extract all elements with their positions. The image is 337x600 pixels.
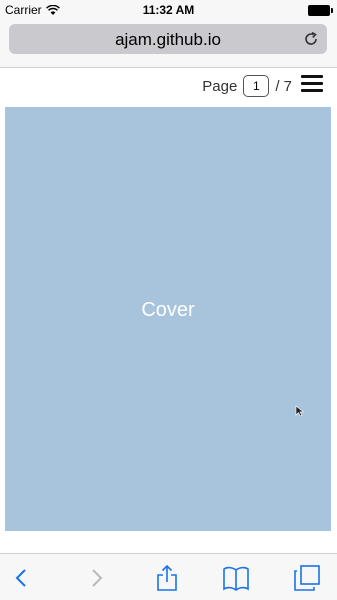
- app-screen: Carrier 11:32 AM ajam.github.io Page / 7: [0, 0, 337, 600]
- page-navigation: Page / 7: [202, 75, 292, 97]
- browser-toolbar: [0, 553, 337, 600]
- hamburger-icon-bar: [301, 89, 323, 92]
- reload-icon[interactable]: [303, 31, 319, 47]
- share-icon[interactable]: [153, 564, 181, 592]
- menu-button[interactable]: [301, 74, 323, 94]
- page-label: Page: [202, 77, 238, 95]
- battery-icon: [308, 5, 333, 16]
- status-bar: Carrier 11:32 AM: [0, 0, 337, 20]
- back-icon[interactable]: [8, 564, 36, 592]
- url-text[interactable]: ajam.github.io: [9, 30, 327, 50]
- forward-icon[interactable]: [82, 564, 110, 592]
- mouse-cursor-icon: [295, 405, 305, 417]
- hamburger-icon-bar: [301, 82, 323, 85]
- bookmarks-icon[interactable]: [222, 564, 250, 592]
- page-number-input[interactable]: [243, 75, 270, 97]
- browser-address-area: ajam.github.io: [0, 20, 337, 68]
- page-total: / 7: [275, 77, 292, 95]
- cover-page[interactable]: Cover: [5, 107, 331, 531]
- cover-title: Cover: [141, 299, 195, 321]
- address-bar[interactable]: ajam.github.io: [9, 24, 327, 54]
- hamburger-icon-bar: [301, 75, 323, 78]
- status-time: 11:32 AM: [142, 3, 195, 17]
- tabs-icon[interactable]: [293, 564, 321, 592]
